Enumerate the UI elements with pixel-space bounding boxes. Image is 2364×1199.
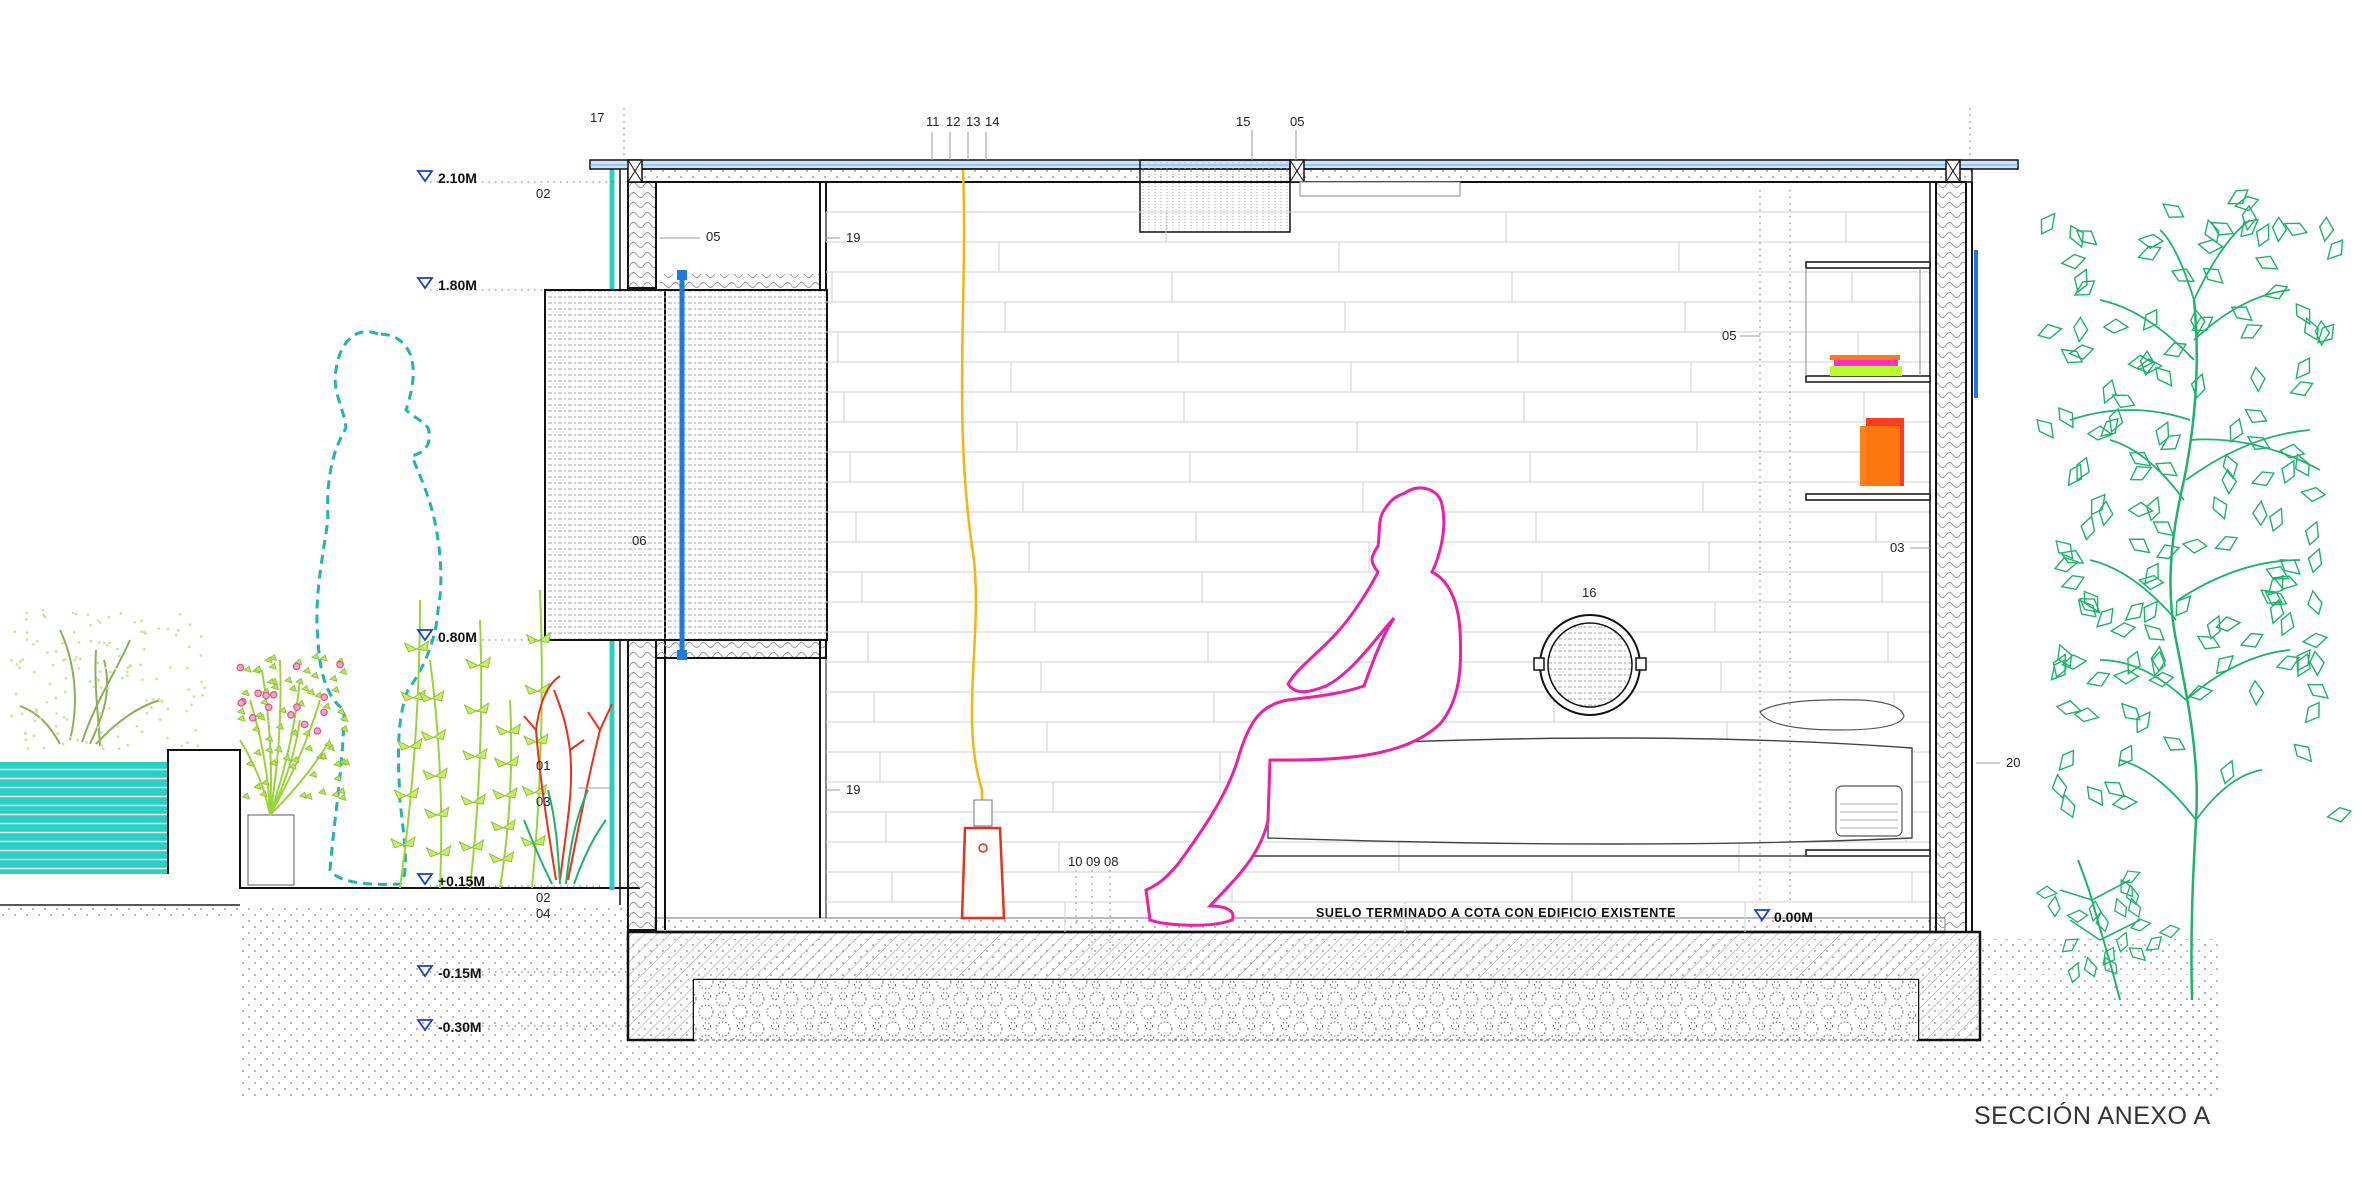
callout-04: 04 (536, 906, 550, 921)
callout-14: 14 (985, 114, 999, 129)
level-minus-0-30: -0.30M (438, 1019, 482, 1035)
level-minus-0-15: -0.15M (438, 965, 482, 981)
seated-figure (1144, 486, 1463, 927)
callout-19-top: 19 (846, 230, 860, 245)
tree (2036, 189, 2353, 1001)
callout-09: 09 (1086, 854, 1100, 869)
callout-03-right: 03 (1890, 540, 1904, 555)
callout-02-bottom: 02 (536, 890, 550, 905)
callout-10: 10 (1068, 854, 1082, 869)
callout-13: 13 (966, 114, 980, 129)
callout-11: 11 (926, 114, 940, 129)
callout-05-right: 05 (1722, 328, 1736, 343)
foundation (626, 917, 1982, 1042)
section-drawing: 2.10M 1.80M 0.80M +0.15M -0.15M -0.30M 0… (0, 108, 2353, 1130)
floor-note: SUELO TERMINADO A COTA CON EDIFICIO EXIS… (1316, 906, 1676, 920)
standing-silhouette (315, 330, 443, 886)
callout-02-top: 02 (536, 186, 550, 201)
callout-05-roof: 05 (1290, 114, 1304, 129)
pond-grass (19, 629, 161, 747)
level-plus-0-15: +0.15M (438, 873, 485, 889)
left-wall (544, 160, 828, 931)
flowering-shrub (236, 652, 351, 816)
callout-17: 17 (590, 110, 604, 125)
level-1-80: 1.80M (438, 277, 477, 293)
books-shelf-middle (1860, 418, 1904, 486)
callout-06: 06 (632, 533, 646, 548)
pendant-lamp (960, 169, 1006, 920)
callout-01: 01 (536, 758, 550, 773)
callout-08: 08 (1104, 854, 1118, 869)
round-window (1533, 614, 1647, 716)
level-0-80: 0.80M (438, 629, 477, 645)
books-shelf-top (1830, 355, 1902, 376)
callout-15: 15 (1236, 114, 1250, 129)
drawing-title: SECCIÓN ANEXO A (1974, 1101, 2211, 1130)
callout-05-wall: 05 (706, 229, 720, 244)
planter (247, 814, 295, 886)
level-2-10: 2.10M (438, 170, 477, 186)
callout-12: 12 (946, 114, 960, 129)
callout-03-left: 03 (536, 794, 550, 809)
level-0-00: 0.00M (1774, 909, 1813, 925)
callout-19-bottom: 19 (846, 782, 860, 797)
callout-16: 16 (1582, 585, 1596, 600)
callout-20: 20 (2006, 755, 2020, 770)
